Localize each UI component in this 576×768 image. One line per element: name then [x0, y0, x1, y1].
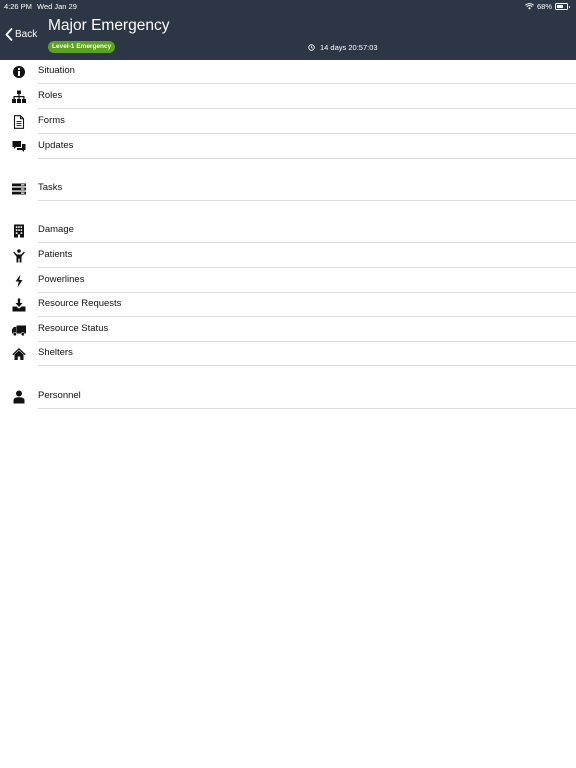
- status-time: 4:26 PM: [4, 2, 32, 11]
- info-circle-icon: [13, 66, 25, 78]
- status-date: Wed Jan 29: [37, 2, 77, 11]
- menu-item-updates[interactable]: Updates: [0, 135, 576, 159]
- menu-item-resource-status[interactable]: Resource Status: [0, 318, 576, 342]
- divider: [38, 158, 576, 159]
- menu-label-forms: Forms: [38, 115, 65, 126]
- divider: [38, 365, 576, 366]
- menu-label-patients: Patients: [38, 249, 73, 260]
- menu-item-situation[interactable]: Situation: [0, 60, 576, 84]
- menu-label-personnel: Personnel: [38, 390, 81, 401]
- emergency-level-badge: Level-1 Emergency: [48, 41, 116, 53]
- menu-label-roles: Roles: [38, 90, 63, 101]
- truck-icon: [12, 325, 26, 337]
- menu-item-damage[interactable]: Damage: [0, 219, 576, 243]
- divider: [38, 316, 576, 317]
- chat-bubbles-icon: [12, 141, 26, 152]
- menu-item-patients[interactable]: Patients: [0, 244, 576, 268]
- wifi-icon: [525, 3, 534, 10]
- status-indicators: 68%: [525, 2, 570, 11]
- clock-icon: [308, 44, 315, 51]
- document-icon: [13, 115, 25, 129]
- house-icon: [12, 348, 26, 360]
- menu-label-resource-requests: Resource Requests: [38, 298, 122, 309]
- page-title: Major Emergency: [48, 17, 170, 34]
- tasks-icon: [12, 183, 26, 195]
- org-chart-icon: [12, 90, 26, 103]
- menu-item-forms[interactable]: Forms: [0, 110, 576, 134]
- elapsed-timer: 14 days 20:57:03: [308, 43, 378, 52]
- divider: [38, 133, 576, 134]
- nav-header: 4:26 PM Wed Jan 29 68% Back Major Emerge…: [0, 0, 576, 60]
- menu-label-situation: Situation: [38, 65, 75, 76]
- menu-label-tasks: Tasks: [38, 182, 63, 193]
- divider: [38, 83, 576, 84]
- divider: [38, 242, 576, 243]
- menu-item-resource-requests[interactable]: Resource Requests: [0, 293, 576, 317]
- menu-label-updates: Updates: [38, 140, 74, 151]
- divider: [38, 108, 576, 109]
- back-button[interactable]: Back: [5, 28, 37, 41]
- menu-item-powerlines[interactable]: Powerlines: [0, 269, 576, 293]
- chevron-left-icon: [5, 28, 13, 41]
- building-icon: [14, 224, 24, 238]
- menu-label-powerlines: Powerlines: [38, 274, 85, 285]
- menu-label-damage: Damage: [38, 224, 74, 235]
- divider: [38, 267, 576, 268]
- timer-value: 14 days 20:57:03: [320, 43, 378, 52]
- divider: [38, 200, 576, 201]
- back-label: Back: [15, 29, 38, 40]
- battery-percent: 68%: [536, 2, 552, 11]
- download-tray-icon: [12, 298, 26, 312]
- menu-label-shelters: Shelters: [38, 347, 73, 358]
- menu-item-roles[interactable]: Roles: [0, 85, 576, 109]
- person-icon: [13, 390, 25, 404]
- lightning-icon: [15, 274, 23, 288]
- menu-item-shelters[interactable]: Shelters: [0, 342, 576, 366]
- menu-item-personnel[interactable]: Personnel: [0, 385, 576, 409]
- menu-item-tasks[interactable]: Tasks: [0, 177, 576, 201]
- patient-icon: [13, 249, 25, 263]
- battery-icon: [555, 3, 570, 10]
- menu-label-resource-status: Resource Status: [38, 323, 109, 334]
- divider: [38, 408, 576, 409]
